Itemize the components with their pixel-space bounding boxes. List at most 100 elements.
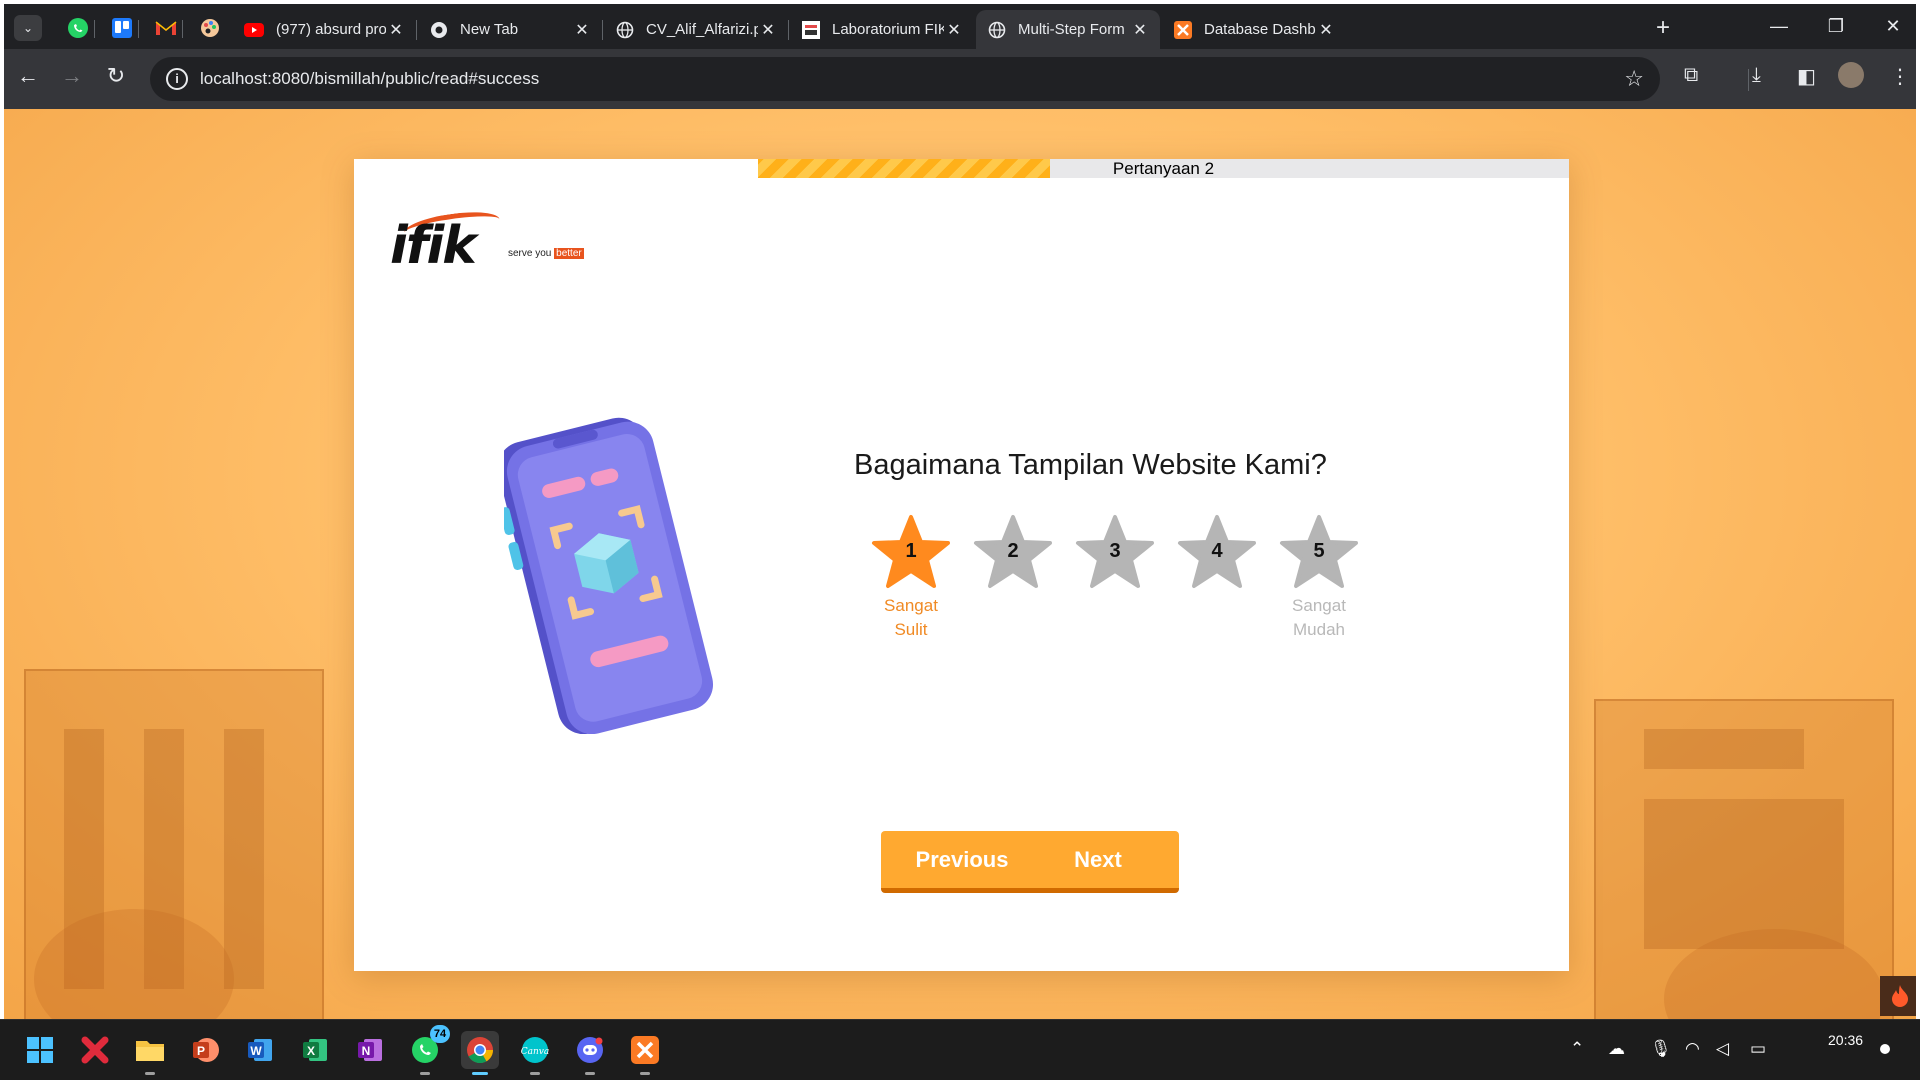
taskbar-excel[interactable]: X	[296, 1031, 334, 1069]
volume-icon[interactable]: ◁	[1716, 1039, 1729, 1059]
tab-title: New Tab	[460, 21, 519, 38]
rating-star-3[interactable]: 3	[1064, 514, 1166, 644]
gmail-icon	[155, 21, 177, 35]
tab-new-tab[interactable]: New Tab ✕	[418, 10, 602, 49]
extensions-icon[interactable]: ⧉	[1684, 64, 1698, 87]
rating-star-5[interactable]: 5 Sangat Mudah	[1268, 514, 1370, 644]
taskbar-canva[interactable]: Canva	[516, 1031, 554, 1075]
taskbar-whatsapp[interactable]: 74	[406, 1025, 450, 1075]
divider	[788, 20, 789, 40]
close-icon[interactable]: ✕	[572, 20, 592, 40]
address-bar[interactable]: i localhost:8080/bismillah/public/read#s…	[150, 57, 1660, 101]
tab-cv-pdf[interactable]: CV_Alif_Alfarizi.pdf ✕	[604, 10, 788, 49]
fik-site-icon	[802, 20, 820, 39]
notification-center-icon[interactable]	[1880, 1044, 1890, 1054]
back-icon[interactable]: ←	[12, 63, 44, 89]
close-icon[interactable]: ✕	[1130, 20, 1150, 40]
logo-wordmark: ifik	[390, 216, 477, 276]
pinned-tab-whatsapp[interactable]	[64, 14, 92, 42]
taskbar-file-explorer[interactable]	[131, 1031, 169, 1075]
star-caption: Sangat Sulit	[860, 594, 962, 642]
forward-icon[interactable]: →	[56, 63, 88, 89]
minimize-icon[interactable]: —	[1764, 16, 1794, 37]
progress-label: Pertanyaan 2	[1112, 159, 1215, 178]
phone-illustration	[504, 417, 714, 734]
next-button[interactable]: Next	[1017, 831, 1179, 893]
divider	[182, 20, 183, 38]
taskbar-discord[interactable]	[571, 1031, 609, 1075]
divider	[138, 20, 139, 38]
star-value: 5	[1313, 540, 1325, 562]
site-info-icon[interactable]: i	[166, 68, 188, 90]
profile-avatar[interactable]	[1838, 62, 1864, 88]
start-button[interactable]	[21, 1031, 59, 1069]
trello-icon	[112, 18, 132, 38]
taskbar-xampp[interactable]	[626, 1031, 664, 1075]
star-caption-line: Sulit	[894, 620, 928, 639]
notification-badge: 74	[430, 1025, 450, 1043]
globe-icon	[988, 21, 1006, 38]
pinned-tab-trello[interactable]	[108, 14, 136, 42]
battery-icon[interactable]: ▭	[1750, 1039, 1766, 1059]
tab-multi-step-form[interactable]: Multi-Step Form ✕	[976, 10, 1160, 49]
windows-taskbar: P W X N 74 Canva ⌃ ☁ 🎙︎ ◠ ◁ ▭ 20:36	[0, 1019, 1920, 1080]
tab-title: CV_Alif_Alfarizi.pdf	[646, 21, 758, 38]
rating-star-1[interactable]: 1 Sangat Sulit	[860, 514, 962, 644]
rating-star-2[interactable]: 2	[962, 514, 1064, 644]
star-value: 2	[1007, 540, 1019, 562]
onenote-icon: N	[358, 1039, 382, 1061]
tab-database-dashboard[interactable]: Database Dashboard ✕	[1162, 10, 1346, 49]
new-tab-button[interactable]: +	[1656, 16, 1670, 40]
close-icon[interactable]: ✕	[944, 20, 964, 40]
whatsapp-icon	[68, 18, 88, 38]
side-panel-icon[interactable]: ◧	[1797, 64, 1816, 89]
taskbar-chrome[interactable]	[461, 1031, 499, 1075]
window-close-icon[interactable]: ✕	[1878, 16, 1908, 37]
xampp-icon	[631, 1036, 659, 1064]
flame-widget-button[interactable]	[1880, 976, 1916, 1016]
chrome-icon	[467, 1037, 494, 1064]
divider	[94, 20, 95, 38]
taskbar-powerpoint[interactable]: P	[186, 1031, 224, 1069]
microphone-icon[interactable]: 🎙︎	[1650, 1039, 1672, 1059]
running-indicator	[145, 1072, 155, 1075]
running-indicator	[420, 1072, 430, 1075]
running-indicator	[640, 1072, 650, 1075]
pinned-tab-palette[interactable]	[196, 14, 224, 42]
bookmark-star-icon[interactable]: ☆	[1624, 66, 1644, 92]
wifi-icon[interactable]: ◠	[1685, 1039, 1700, 1059]
close-icon[interactable]: ✕	[386, 20, 406, 40]
rating-star-4[interactable]: 4	[1166, 514, 1268, 644]
system-clock[interactable]: 20:36	[1828, 1032, 1863, 1048]
star-rating: 1 Sangat Sulit 2 3 4 5 Sangat Mudah	[860, 514, 1360, 644]
pinned-tab-gmail[interactable]	[152, 14, 180, 42]
browser-toolbar: ← → ↻ i localhost:8080/bismillah/public/…	[4, 49, 1916, 109]
background-window	[224, 729, 264, 989]
menu-icon[interactable]: ⋮	[1890, 64, 1910, 89]
taskbar-xmind[interactable]	[76, 1031, 114, 1069]
tab-laboratorium-fik[interactable]: Laboratorium FIK ✕	[790, 10, 974, 49]
download-icon[interactable]: ⤓	[1752, 64, 1761, 87]
browser-tab-strip: ⌄ (977) absurd producti ✕ New Tab ✕ CV_A…	[4, 4, 1916, 49]
restore-icon[interactable]: ❐	[1821, 16, 1851, 37]
reload-icon[interactable]: ↻	[100, 63, 132, 89]
star-caption-line: Sangat	[1292, 596, 1346, 615]
tab-search-button[interactable]: ⌄	[14, 15, 42, 41]
running-indicator	[585, 1072, 595, 1075]
discord-icon	[577, 1037, 603, 1063]
divider	[1748, 69, 1749, 91]
taskbar-word[interactable]: W	[241, 1031, 279, 1069]
close-icon[interactable]: ✕	[1316, 20, 1336, 40]
url-text[interactable]: localhost:8080/bismillah/public/read#suc…	[200, 69, 539, 89]
excel-icon: X	[303, 1039, 327, 1061]
svg-text:Canva: Canva	[521, 1047, 550, 1057]
tab-title: Database Dashboard	[1204, 21, 1316, 38]
multi-step-form-card: Pertanyaan 2 ifik serve you better Bagai…	[354, 159, 1569, 971]
show-hidden-icons[interactable]: ⌃	[1570, 1039, 1584, 1059]
background-window	[1644, 799, 1844, 949]
onedrive-icon[interactable]: ☁	[1608, 1039, 1625, 1059]
close-icon[interactable]: ✕	[758, 20, 778, 40]
tab-youtube[interactable]: (977) absurd producti ✕	[232, 10, 416, 49]
svg-text:N: N	[362, 1044, 371, 1058]
taskbar-onenote[interactable]: N	[351, 1031, 389, 1069]
